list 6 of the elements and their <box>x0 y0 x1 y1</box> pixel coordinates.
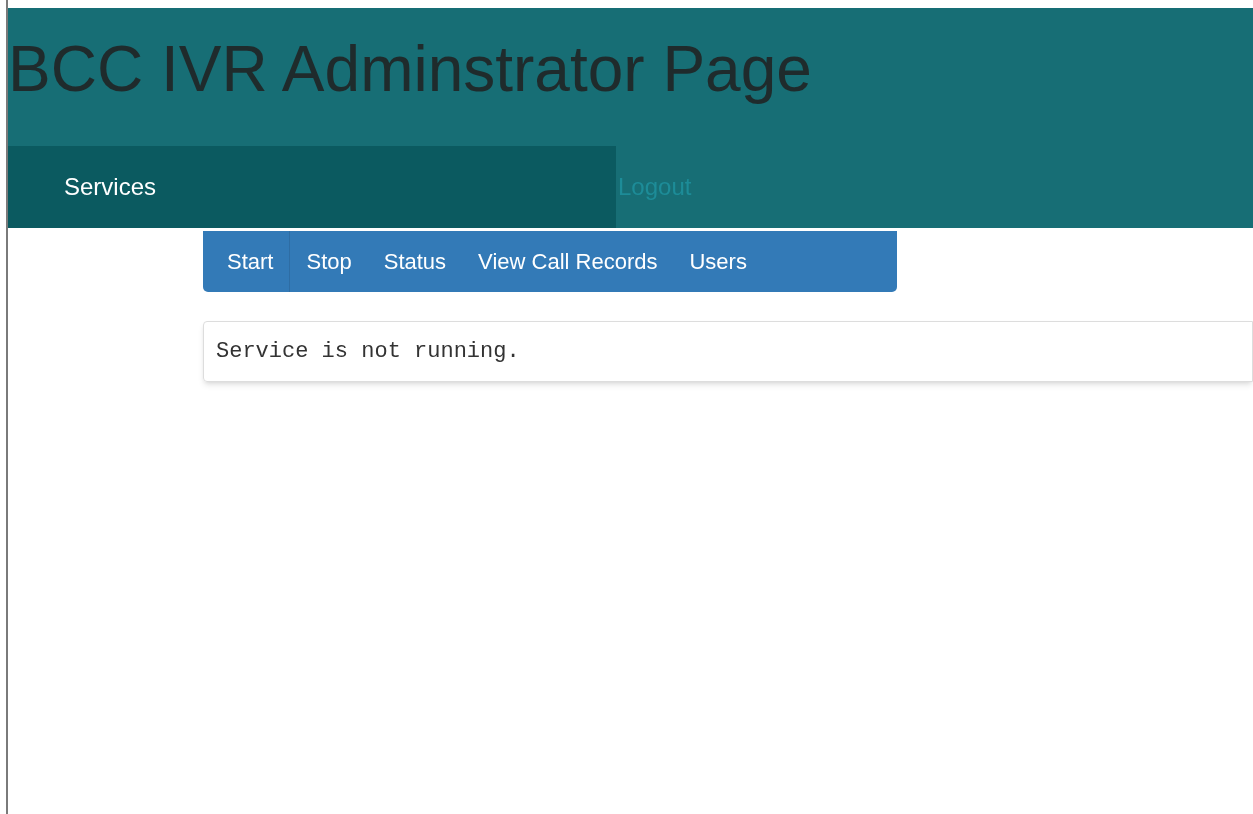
status-message: Service is not running. <box>216 338 520 366</box>
sub-nav-link[interactable]: Stop <box>290 231 368 292</box>
sub-nav-link[interactable]: Status <box>367 231 463 292</box>
nav-tab[interactable]: Services <box>8 146 616 228</box>
sub-nav-link[interactable]: Users <box>673 231 763 292</box>
sub-nav-link[interactable]: View Call Records <box>462 231 674 292</box>
